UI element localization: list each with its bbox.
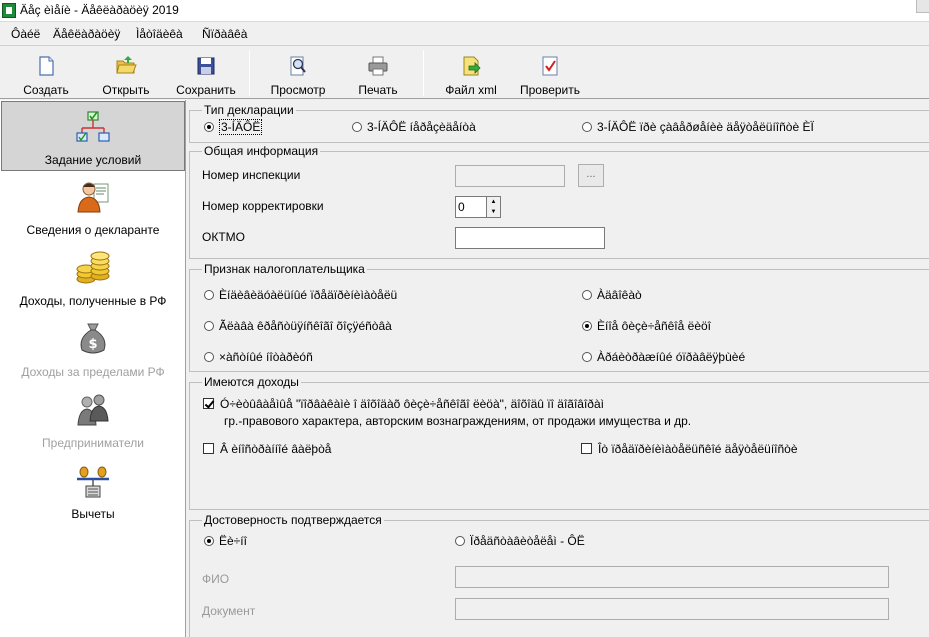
app-icon — [2, 3, 16, 18]
radio-dot — [204, 122, 214, 132]
nav-declarant[interactable]: Сведения о декларанте — [1, 172, 185, 242]
document-label: Документ — [202, 604, 256, 618]
nav-deductions[interactable]: Вычеты — [1, 456, 185, 526]
money-bag-icon: $ — [80, 323, 106, 354]
group-general-info: Общая информация Номер инспекции ... Ном… — [189, 144, 929, 259]
group-declaration-type: Тип декларации 3-ÍÄÔË 3-ÍÄÔË íåðåçèäåíòà… — [189, 103, 929, 143]
correction-label: Номер корректировки — [202, 199, 324, 213]
nav-income-rf[interactable]: Доходы, полученные в РФ — [1, 243, 185, 313]
preview-magnifier-icon — [290, 56, 306, 76]
inspection-number-field[interactable] — [455, 165, 565, 187]
conditions-tree-icon — [76, 111, 110, 142]
inspection-browse-button[interactable]: ... — [578, 164, 604, 187]
minimize-button[interactable] — [916, 0, 929, 13]
document-field[interactable] — [455, 598, 889, 620]
radio-personally[interactable]: Ëè÷íî — [204, 534, 247, 548]
radio-dot — [204, 536, 214, 546]
checkbox-income-tax-agent[interactable]: Ó÷èòûâàåìûå "ïîðâàêàìè î äîõîäàõ ôèçè÷åñ… — [203, 397, 604, 411]
svg-text:$: $ — [88, 337, 97, 352]
correction-spinner[interactable]: ▲ ▼ — [486, 196, 501, 218]
toolbar-separator — [249, 50, 250, 96]
coins-stack-icon — [76, 251, 110, 284]
nav-conditions[interactable]: Задание условий — [1, 101, 185, 171]
new-document-icon — [39, 56, 54, 76]
toolbar-separator — [423, 50, 424, 96]
radio-dot — [204, 352, 214, 362]
nav-income-abroad[interactable]: $ Доходы за пределами РФ — [1, 314, 185, 384]
open-folder-icon — [116, 56, 137, 74]
title-bar: Äåç èìåíè - Äåêëàðàöèÿ 2019 — [0, 0, 929, 22]
radio-dot — [455, 536, 465, 546]
checkbox-entrepreneurial-activity[interactable]: Îò ïðåäïðèíèìàòåëüñêîé äåÿòåëüíîñòè — [581, 442, 798, 456]
menu-bar: Ôàéë Äåêëàðàöèÿ Ìåòîäèêà Ñïðàâêà — [0, 22, 929, 46]
fio-field[interactable] — [455, 566, 889, 588]
checkbox-foreign-currency[interactable]: Â èíîñòðàííîé âàëþòå — [203, 442, 331, 456]
spin-up-icon[interactable]: ▲ — [487, 197, 500, 207]
create-button[interactable]: Создать — [8, 49, 84, 97]
radio-3ndfl-ip-termination[interactable]: 3-ÍÄÔË ïðè çàâåðøåíèè äåÿòåëüíîñòè ÈÏ — [582, 120, 814, 134]
group-confirmation: Достоверность подтверждается Ëè÷íî Ïðåäñ… — [189, 513, 929, 637]
radio-private-notary[interactable]: ×àñòíûé íîòàðèóñ — [204, 350, 313, 364]
checkbox-box — [581, 443, 592, 454]
group-income-present: Имеются доходы Ó÷èòûâàåìûå "ïîðâàêàìè î … — [189, 375, 929, 510]
radio-dot — [582, 290, 592, 300]
radio-dot — [204, 290, 214, 300]
printer-icon — [368, 56, 388, 76]
radio-other-individual[interactable]: Èíîå ôèçè÷åñêîå ëèöî — [582, 319, 711, 333]
check-document-icon — [542, 56, 558, 76]
checkbox-box — [203, 398, 214, 409]
radio-farm-head[interactable]: Ãëàâà êðåñòüÿíñêîãî õîçÿéñòâà — [204, 319, 392, 333]
spin-down-icon[interactable]: ▼ — [487, 207, 500, 217]
left-navigation: Задание условий Сведения о декларанте До… — [0, 100, 186, 637]
radio-lawyer[interactable]: Àäâîêàò — [582, 288, 642, 302]
print-button[interactable]: Печать — [342, 49, 414, 97]
radio-dot — [582, 352, 592, 362]
toolbar: Создать Открыть Сохранить Просмотр Печат… — [0, 47, 929, 99]
radio-individual-entrepreneur[interactable]: Èíäèâèäóàëüíûé ïðåäïðèíèìàòåëü — [204, 288, 397, 302]
checkbox-box — [203, 443, 214, 454]
preview-button[interactable]: Просмотр — [258, 49, 338, 97]
window-title: Äåç èìåíè - Äåêëàðàöèÿ 2019 — [20, 3, 179, 17]
income-check-line2: гр.-правового характера, авторским возна… — [224, 414, 692, 428]
deductions-scales-icon — [77, 466, 109, 498]
check-button[interactable]: Проверить — [514, 49, 586, 97]
xml-file-button[interactable]: Файл xml — [432, 49, 510, 97]
radio-dot — [352, 122, 362, 132]
radio-representative[interactable]: Ïðåäñòàâèòåëåì - ÔË — [455, 534, 585, 548]
oktmo-field[interactable] — [455, 227, 605, 249]
xml-export-icon — [463, 56, 481, 76]
correction-number-field[interactable]: 0 — [455, 196, 487, 218]
inspection-label: Номер инспекции — [202, 168, 301, 182]
open-button[interactable]: Открыть — [88, 49, 164, 97]
radio-dot — [582, 321, 592, 331]
radio-arbitration-manager[interactable]: Àðáèòðàæíûé óïðàâëÿþùèé — [582, 350, 745, 364]
radio-3ndfl-nonresident[interactable]: 3-ÍÄÔË íåðåçèäåíòà — [352, 120, 476, 134]
group-taxpayer-type: Признак налогоплательщика Èíäèâèäóàëüíûé… — [189, 262, 929, 372]
menu-methodology[interactable]: Ìåòîäèêà — [136, 27, 183, 41]
declarant-person-icon — [77, 182, 109, 213]
radio-3ndfl[interactable]: 3-ÍÄÔË — [204, 119, 263, 135]
floppy-disk-icon — [197, 57, 215, 75]
fio-label: ФИО — [202, 572, 230, 586]
menu-file[interactable]: Ôàéë — [11, 27, 40, 41]
radio-dot — [582, 122, 592, 132]
save-button[interactable]: Сохранить — [168, 49, 244, 97]
entrepreneurs-people-icon — [77, 394, 109, 426]
radio-dot — [204, 321, 214, 331]
menu-help[interactable]: Ñïðàâêà — [202, 27, 247, 41]
menu-declaration[interactable]: Äåêëàðàöèÿ — [53, 27, 120, 41]
nav-entrepreneurs[interactable]: Предприниматели — [1, 385, 185, 455]
oktmo-label: ОКТМО — [202, 230, 245, 244]
